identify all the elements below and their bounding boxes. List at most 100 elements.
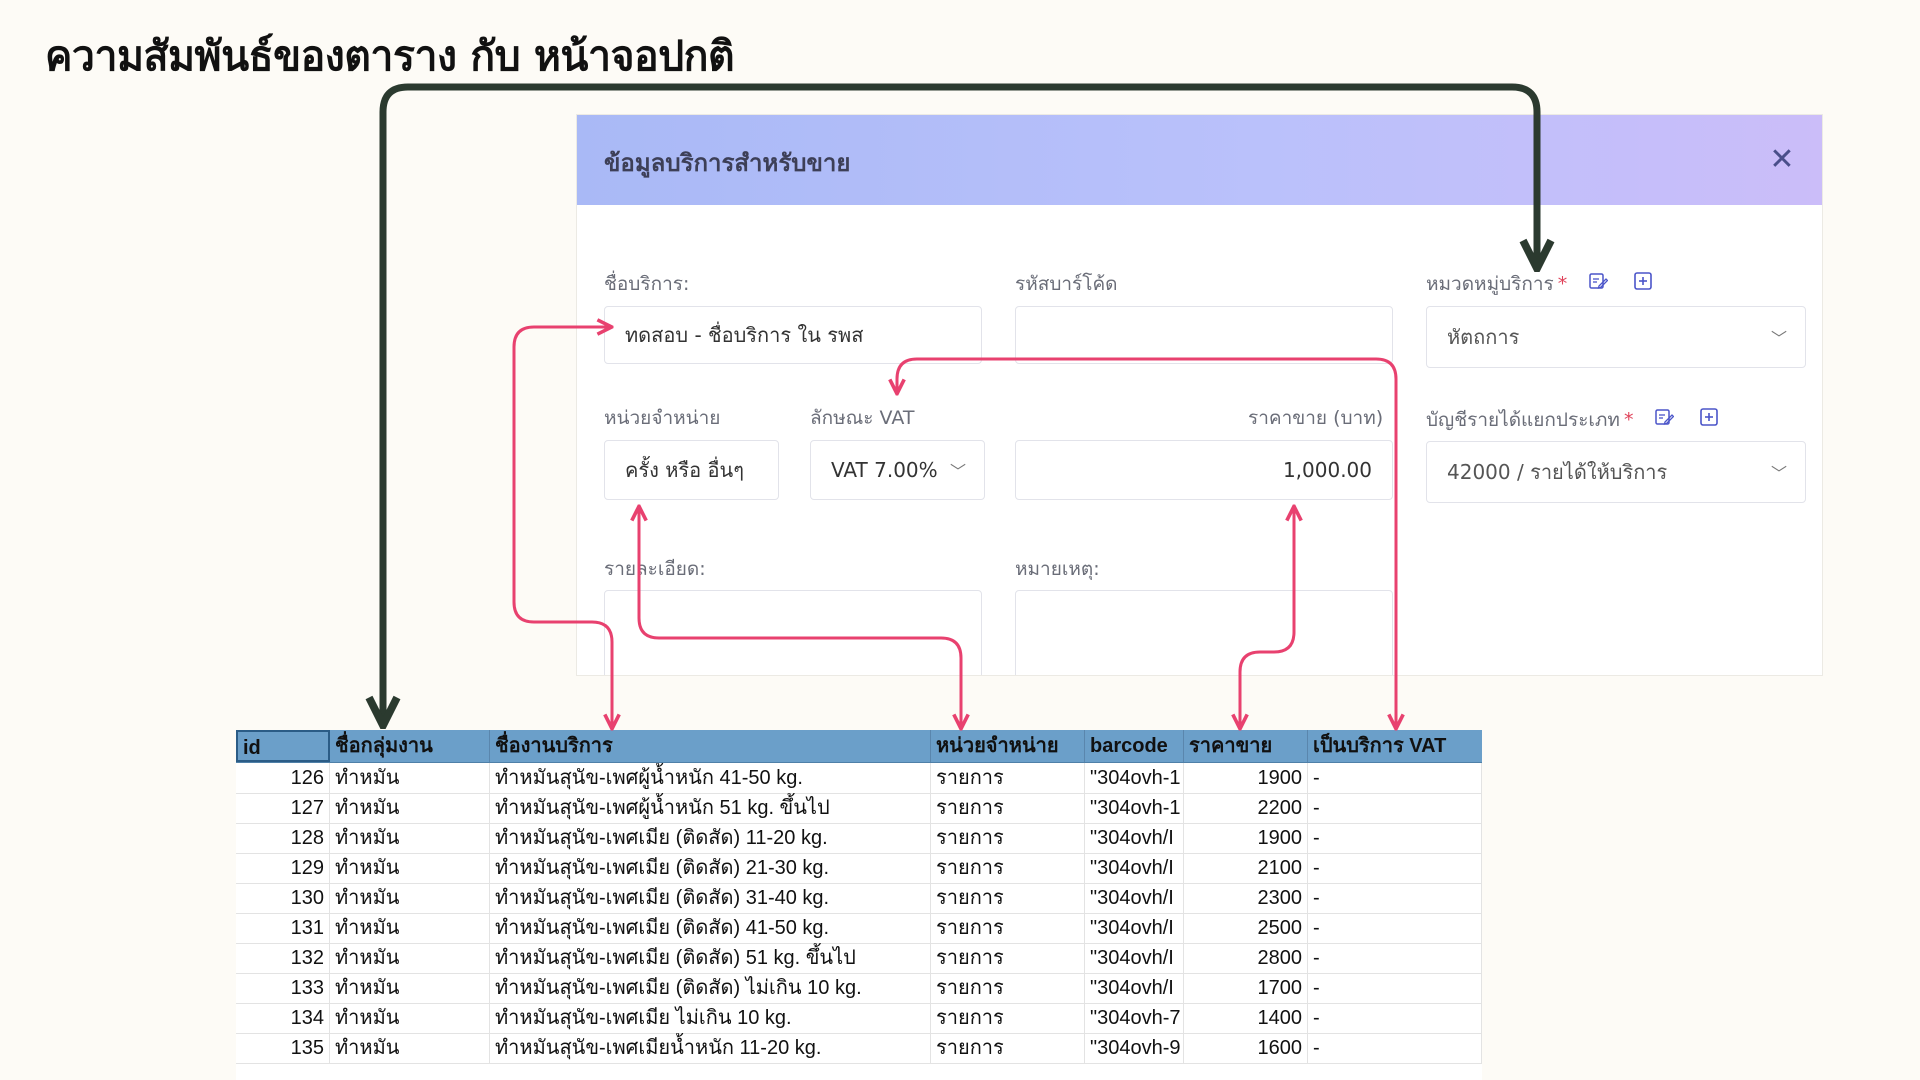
cell-group[interactable]: ทำหมัน <box>330 943 490 973</box>
cell-unit[interactable]: รายการ <box>931 883 1085 913</box>
cell-service-name[interactable]: ทำหมันสุนัข-เพศเมียน้ำหนัก 11-20 kg. <box>490 1033 931 1063</box>
cell-price[interactable]: 1600 <box>1184 1033 1308 1063</box>
cell-vat[interactable]: - <box>1308 913 1482 943</box>
add-icon[interactable] <box>1632 270 1654 292</box>
cell-id[interactable]: 134 <box>236 1003 330 1033</box>
cell-barcode[interactable]: "304ovh-9 <box>1085 1033 1184 1063</box>
cell-id[interactable]: 131 <box>236 913 330 943</box>
category-value: หัตถการ <box>1447 325 1520 349</box>
cell-id[interactable]: 133 <box>236 973 330 1003</box>
cell-price[interactable]: 1400 <box>1184 1003 1308 1033</box>
cell-barcode[interactable]: "304ovh/I <box>1085 973 1184 1003</box>
cell-unit[interactable]: รายการ <box>931 943 1085 973</box>
cell-barcode[interactable]: "304ovh/I <box>1085 943 1184 973</box>
cell-vat[interactable]: - <box>1308 793 1482 823</box>
table-row-partial <box>236 1063 1482 1080</box>
cell-unit[interactable]: รายการ <box>931 973 1085 1003</box>
cell-group[interactable]: ทำหมัน <box>330 793 490 823</box>
cell-vat[interactable]: - <box>1308 883 1482 913</box>
cell-barcode[interactable]: "304ovh/I <box>1085 913 1184 943</box>
cell-vat[interactable]: - <box>1308 1033 1482 1063</box>
column-header-vat[interactable]: เป็นบริการ VAT <box>1308 730 1482 762</box>
cell-vat[interactable]: - <box>1308 823 1482 853</box>
price-input[interactable]: 1,000.00 <box>1015 440 1393 500</box>
cell-price[interactable]: 1700 <box>1184 973 1308 1003</box>
cell-group[interactable]: ทำหมัน <box>330 1003 490 1033</box>
cell-group[interactable]: ทำหมัน <box>330 973 490 1003</box>
cell-price[interactable]: 1900 <box>1184 763 1308 793</box>
vat-select[interactable]: VAT 7.00% ﹀ <box>810 440 985 500</box>
cell-unit[interactable]: รายการ <box>931 853 1085 883</box>
cell-service-name[interactable]: ทำหมันสุนัข-เพศเมีย (ติดสัด) ไม่เกิน 10 … <box>490 973 931 1003</box>
cell-group[interactable]: ทำหมัน <box>330 763 490 793</box>
cell-barcode[interactable]: "304ovh/I <box>1085 883 1184 913</box>
edit-icon[interactable] <box>1587 270 1609 292</box>
column-header-unit[interactable]: หน่วยจำหน่าย <box>931 730 1085 762</box>
cell-id[interactable]: 132 <box>236 943 330 973</box>
cell-service-name[interactable]: ทำหมันสุนัข-เพศเมีย (ติดสัด) 11-20 kg. <box>490 823 931 853</box>
table-row: 134 ทำหมัน ทำหมันสุนัข-เพศเมีย ไม่เกิน 10 … <box>236 1003 1482 1034</box>
cell-id[interactable]: 128 <box>236 823 330 853</box>
income-account-select[interactable]: 42000 / รายได้ให้บริการ ﹀ <box>1426 441 1806 503</box>
cell-unit[interactable]: รายการ <box>931 1033 1085 1063</box>
column-header-barcode[interactable]: barcode <box>1085 730 1184 762</box>
cell-price[interactable]: 2100 <box>1184 853 1308 883</box>
remark-textarea[interactable] <box>1015 590 1393 675</box>
cell-barcode[interactable]: "304ovh-7 <box>1085 1003 1184 1033</box>
cell-service-name[interactable]: ทำหมันสุนัข-เพศเมีย (ติดสัด) 21-30 kg. <box>490 853 931 883</box>
cell-service-name[interactable]: ทำหมันสุนัข-เพศเมีย (ติดสัด) 41-50 kg. <box>490 913 931 943</box>
edit-icon[interactable] <box>1653 406 1675 428</box>
cell-unit[interactable]: รายการ <box>931 1003 1085 1033</box>
cell-unit[interactable]: รายการ <box>931 913 1085 943</box>
cell-unit[interactable]: รายการ <box>931 763 1085 793</box>
service-name-value: ทดสอบ - ชื่อบริการ ใน รพส <box>625 323 864 347</box>
cell-id[interactable]: 130 <box>236 883 330 913</box>
cell-group[interactable]: ทำหมัน <box>330 853 490 883</box>
chevron-down-icon: ﹀ <box>1770 329 1787 348</box>
close-icon[interactable]: ✕ <box>1764 141 1800 177</box>
cell-price[interactable]: 1900 <box>1184 823 1308 853</box>
vat-label: ลักษณะ VAT <box>810 407 915 429</box>
cell-barcode[interactable]: "304ovh/I <box>1085 853 1184 883</box>
cell-service-name[interactable]: ทำหมันสุนัข-เพศเมีย (ติดสัด) 31-40 kg. <box>490 883 931 913</box>
details-textarea[interactable] <box>604 590 982 675</box>
add-icon[interactable] <box>1698 406 1720 428</box>
cell-price[interactable]: 2300 <box>1184 883 1308 913</box>
cell-group[interactable]: ทำหมัน <box>330 1033 490 1063</box>
cell-vat[interactable]: - <box>1308 943 1482 973</box>
cell-id[interactable]: 127 <box>236 793 330 823</box>
cell-id[interactable]: 135 <box>236 1033 330 1063</box>
cell-group[interactable]: ทำหมัน <box>330 823 490 853</box>
table-row: 135 ทำหมัน ทำหมันสุนัข-เพศเมียน้ำหนัก 11-2… <box>236 1033 1482 1064</box>
column-header-id[interactable]: id <box>236 730 330 762</box>
cell-service-name[interactable]: ทำหมันสุนัข-เพศเมีย (ติดสัด) 51 kg. ขึ้น… <box>490 943 931 973</box>
cell-vat[interactable]: - <box>1308 973 1482 1003</box>
cell-barcode[interactable]: "304ovh/I <box>1085 823 1184 853</box>
cell-price[interactable]: 2200 <box>1184 793 1308 823</box>
cell-service-name[interactable]: ทำหมันสุนัข-เพศเมีย ไม่เกิน 10 kg. <box>490 1003 931 1033</box>
column-header-price[interactable]: ราคาขาย <box>1184 730 1308 762</box>
cell-vat[interactable]: - <box>1308 763 1482 793</box>
cell-service-name[interactable]: ทำหมันสุนัข-เพศผู้น้ำหนัก 51 kg. ขึ้นไป <box>490 793 931 823</box>
column-header-group[interactable]: ชื่อกลุ่มงาน <box>330 730 490 762</box>
cell-vat[interactable]: - <box>1308 853 1482 883</box>
category-select[interactable]: หัตถการ ﹀ <box>1426 306 1806 368</box>
cell-price[interactable]: 2500 <box>1184 913 1308 943</box>
required-mark: * <box>1557 273 1568 295</box>
column-header-service-name[interactable]: ชื่องานบริการ <box>490 730 931 762</box>
cell-vat[interactable]: - <box>1308 1003 1482 1033</box>
cell-group[interactable]: ทำหมัน <box>330 913 490 943</box>
cell-id[interactable]: 126 <box>236 763 330 793</box>
cell-barcode[interactable]: "304ovh-1 <box>1085 763 1184 793</box>
remark-label: หมายเหตุ: <box>1015 558 1100 580</box>
cell-id[interactable]: 129 <box>236 853 330 883</box>
cell-barcode[interactable]: "304ovh-1 <box>1085 793 1184 823</box>
cell-price[interactable]: 2800 <box>1184 943 1308 973</box>
cell-unit[interactable]: รายการ <box>931 793 1085 823</box>
cell-unit[interactable]: รายการ <box>931 823 1085 853</box>
cell-service-name[interactable]: ทำหมันสุนัข-เพศผู้น้ำหนัก 41-50 kg. <box>490 763 931 793</box>
service-name-input[interactable]: ทดสอบ - ชื่อบริการ ใน รพส <box>604 306 982 364</box>
barcode-input[interactable] <box>1015 306 1393 364</box>
unit-input[interactable]: ครั้ง หรือ อื่นๆ <box>604 440 779 500</box>
cell-group[interactable]: ทำหมัน <box>330 883 490 913</box>
